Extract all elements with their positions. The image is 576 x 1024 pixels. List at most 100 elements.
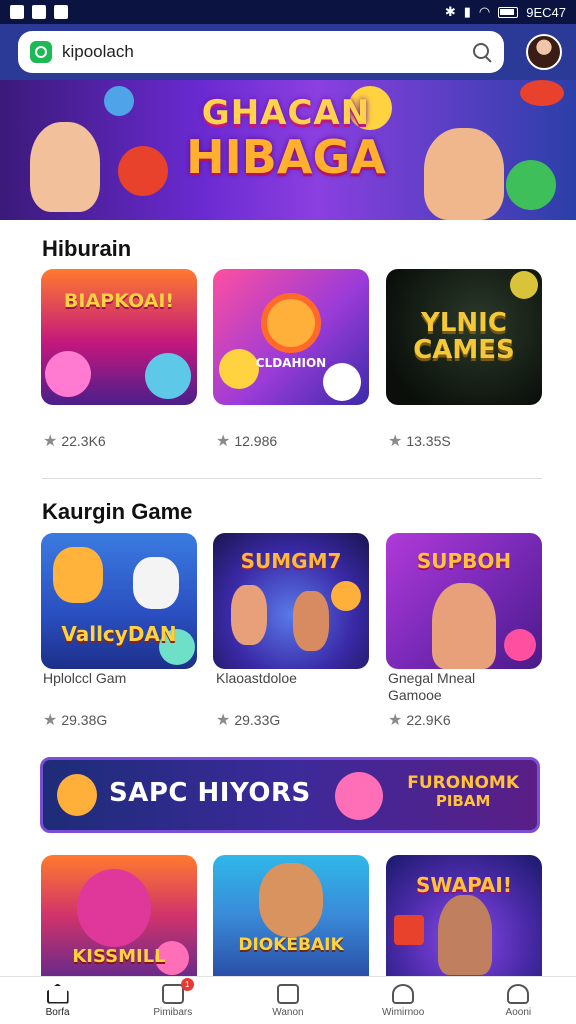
monster-decoration <box>335 772 383 820</box>
game-card[interactable]: SUMGM7 <box>213 533 369 669</box>
game-card[interactable]: SWAPAI! <box>386 855 542 976</box>
nav-label: Borfa <box>45 1006 70 1018</box>
status-right: ✱ ▮ ◠ 9EC47 <box>445 4 566 20</box>
monster-decoration <box>219 349 259 389</box>
status-bar: ✱ ▮ ◠ 9EC47 <box>0 0 576 24</box>
rating-value: 22.9K6 <box>406 712 451 728</box>
promo-subtitle: FURONOMK PIBAM <box>407 774 519 809</box>
game-name[interactable]: Gnegal Mneal Gamooe <box>388 670 498 704</box>
game-card[interactable]: CLDAHION <box>213 269 369 405</box>
game-card[interactable]: KISSMILL <box>41 855 197 976</box>
nav-label: Wanon <box>272 1006 304 1018</box>
section-title: Kaurgin Game <box>42 499 193 524</box>
character-girl <box>30 122 100 212</box>
game-card[interactable]: YLNIC CAMES <box>386 269 542 405</box>
promo-title: SAPC HIYORS <box>109 778 311 808</box>
game-rating: ★ 22.9K6 <box>388 710 451 730</box>
card-art-text: SUPBOH <box>416 548 512 573</box>
orb-decoration <box>504 629 536 661</box>
game-name[interactable]: Hplolccl Gam <box>43 670 199 687</box>
app-logo-icon <box>30 41 52 63</box>
nav-item-home[interactable]: Borfa <box>8 983 108 1018</box>
game-card[interactable]: BIAPKOAI! <box>41 269 197 405</box>
signal-icon: ▮ <box>463 4 471 19</box>
bluetooth-icon: ✱ <box>444 4 456 19</box>
nav-label: Aooni <box>505 1006 532 1018</box>
header: kipoolach <box>0 24 576 80</box>
star-icon: ★ <box>43 712 58 729</box>
planet-decoration <box>104 86 134 116</box>
card-art-text: CLDAHION <box>255 355 327 370</box>
square-icon <box>276 983 299 1004</box>
monster-decoration <box>323 363 361 401</box>
nav-item-profile[interactable]: Aooni <box>468 983 568 1018</box>
notification-icon <box>10 5 24 19</box>
rating-value: 29.38G <box>61 712 108 728</box>
monster-decoration <box>77 869 151 947</box>
game-rating: ★ 13.35S <box>388 431 451 451</box>
star-icon: ★ <box>216 433 231 450</box>
profile-icon <box>507 983 530 1004</box>
promo-subtitle-line1: FURONOMK <box>407 773 519 793</box>
wifi-icon: ◠ <box>478 4 491 19</box>
star-icon: ★ <box>388 712 403 729</box>
game-card[interactable]: DIOKEBAIK <box>213 855 369 976</box>
nav-item-wallet[interactable]: 1 Pimibars <box>123 977 223 1018</box>
nav-label: Wimirnoo <box>382 1006 425 1018</box>
logo-decoration <box>261 293 321 353</box>
hero-title-line1: GHACAN <box>201 93 371 133</box>
card-art-text: YLNIC CAMES <box>413 307 515 365</box>
nav-item-square[interactable]: Wanon <box>238 983 338 1018</box>
card-art-text: VallcyDAN <box>61 621 177 646</box>
section-title: Hiburain <box>42 236 132 261</box>
card-art-text: SUMGM7 <box>240 548 342 573</box>
ball-decoration <box>118 146 168 196</box>
promo-subtitle-line2: PIBAM <box>435 791 491 810</box>
character-decoration <box>432 583 496 669</box>
hero-title: GHACAN HIBAGA <box>176 96 396 180</box>
hero-banner[interactable]: GHACAN HIBAGA <box>0 80 576 220</box>
avatar[interactable] <box>526 34 562 70</box>
coin-decoration <box>510 271 538 299</box>
game-rating: ★ 12.986 <box>216 431 277 451</box>
game-rating: ★ 29.38G <box>43 710 107 730</box>
rating-value: 29.33G <box>234 712 281 728</box>
nav-label: Pimibars <box>153 1006 193 1018</box>
bottom-nav: Borfa 1 Pimibars Wanon Wimirnoo Aooni <box>0 976 576 1024</box>
card-art-text: BIAPKOAI! <box>63 290 175 313</box>
rating-value: 22.3K6 <box>61 433 106 449</box>
notification-badge: 1 <box>180 977 194 991</box>
promo-banner[interactable]: SAPC HIYORS FURONOMK PIBAM <box>40 757 540 833</box>
nav-item-user[interactable]: Wimirnoo <box>353 983 453 1018</box>
character-decoration <box>438 895 492 975</box>
monster-decoration <box>145 353 191 399</box>
card-art-text: KISSMILL <box>72 946 166 968</box>
ball-decoration <box>520 80 564 106</box>
search-icon[interactable] <box>472 42 492 62</box>
card-art-text: SWAPAI! <box>416 873 512 897</box>
character-boy <box>424 128 504 220</box>
user-icon <box>392 983 415 1004</box>
hero-title-line2: HIBAGA <box>186 130 386 184</box>
battery-icon <box>498 6 519 18</box>
game-rating: ★ 29.33G <box>216 710 280 730</box>
game-card[interactable]: SUPBOH <box>386 533 542 669</box>
rating-value: 13.35S <box>406 433 451 449</box>
character-decoration <box>53 547 103 603</box>
notification-icons <box>10 5 68 19</box>
card-art-text: DIOKEBAIK <box>238 934 344 955</box>
ball-decoration <box>506 160 556 210</box>
status-time: 9EC47 <box>526 4 566 20</box>
divider <box>42 478 542 479</box>
star-icon: ★ <box>388 433 403 450</box>
game-card[interactable]: VallcyDAN <box>41 533 197 669</box>
orb-decoration <box>331 581 361 611</box>
rating-value: 12.986 <box>234 433 278 449</box>
search-bar[interactable]: kipoolach <box>18 31 504 73</box>
star-icon: ★ <box>43 433 58 450</box>
character-decoration <box>133 557 179 609</box>
search-input[interactable]: kipoolach <box>62 42 462 62</box>
character-decoration <box>231 585 267 645</box>
game-name[interactable]: Klaoastdoloe <box>216 670 372 687</box>
game-rating: ★ 22.3K6 <box>43 431 106 451</box>
